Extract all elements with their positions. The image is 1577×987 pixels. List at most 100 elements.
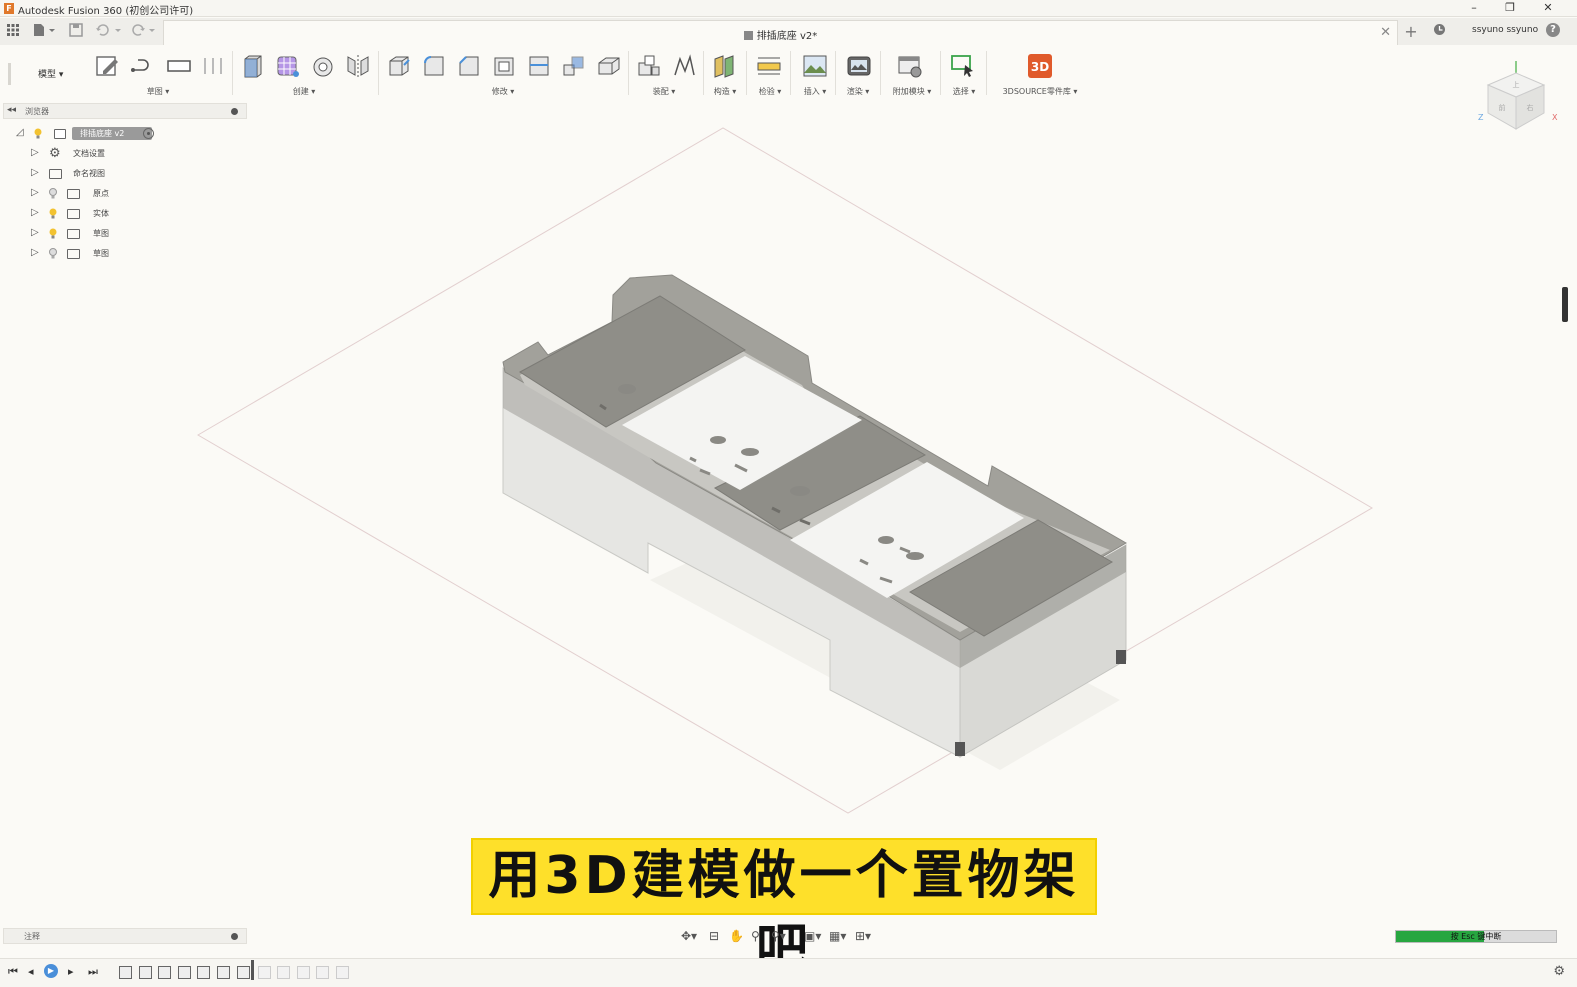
- timeline-sketch-feature[interactable]: [237, 966, 250, 979]
- tree-item-document-settings[interactable]: ▷ ⚙ 文档设置: [31, 146, 151, 162]
- 3d-viewport[interactable]: [0, 101, 1577, 951]
- new-tab-button[interactable]: +: [1403, 23, 1419, 40]
- side-scroll-handle[interactable]: [1562, 287, 1568, 322]
- step-forward-icon[interactable]: ▸: [68, 965, 74, 978]
- ribbon-group-inspect[interactable]: 检验 ▾: [750, 86, 790, 97]
- ribbon-group-create[interactable]: 创建 ▾: [284, 86, 324, 97]
- render-icon[interactable]: [846, 53, 872, 79]
- joint-icon[interactable]: [671, 53, 697, 79]
- visibility-bulb-icon[interactable]: [49, 248, 57, 259]
- scripts-addins-icon[interactable]: [897, 53, 923, 79]
- ribbon-group-3dsource[interactable]: 3DSOURCE零件库 ▾: [994, 86, 1086, 97]
- timeline-canvas-feature[interactable]: [139, 966, 152, 979]
- close-window-button[interactable]: ✕: [1530, 0, 1566, 17]
- create-sketch-icon[interactable]: [95, 53, 121, 79]
- insert-canvas-icon[interactable]: [802, 53, 828, 79]
- timeline-suppressed-feature[interactable]: [297, 966, 310, 979]
- revolve-icon[interactable]: [310, 53, 336, 79]
- go-to-end-icon[interactable]: ⏭: [88, 965, 98, 979]
- viewports-icon[interactable]: ⊞▾: [855, 929, 871, 943]
- expand-triangle-icon[interactable]: ▷: [31, 227, 39, 238]
- tree-item-sketches-2[interactable]: ▷ 草图: [31, 246, 151, 262]
- grid-snap-icon[interactable]: ▦▾: [829, 929, 846, 943]
- workspace-dropdown[interactable]: 模型 ▾: [28, 65, 80, 81]
- display-settings-icon[interactable]: ▣▾: [804, 929, 821, 943]
- expand-triangle-icon[interactable]: ▷: [31, 147, 39, 158]
- fit-icon[interactable]: ⚲▾: [771, 929, 786, 943]
- timeline-suppressed-feature[interactable]: [277, 966, 290, 979]
- line-tool-icon[interactable]: [130, 53, 156, 79]
- extrude-icon[interactable]: [240, 53, 266, 79]
- expand-triangle-icon[interactable]: ▷: [31, 247, 39, 258]
- comments-panel-header[interactable]: 注释: [3, 928, 247, 944]
- timeline-extrude-feature[interactable]: [197, 966, 210, 979]
- step-back-icon[interactable]: ◂: [28, 965, 34, 978]
- expand-triangle-icon[interactable]: ◿: [16, 127, 24, 138]
- go-to-start-icon[interactable]: ⏮: [8, 965, 18, 979]
- combine-icon[interactable]: [596, 53, 622, 79]
- scale-icon[interactable]: [561, 53, 587, 79]
- collapse-arrows-icon[interactable]: ◂◂: [7, 105, 16, 115]
- visibility-bulb-icon[interactable]: [49, 188, 57, 199]
- ribbon-group-sketch[interactable]: 草图 ▾: [138, 86, 178, 97]
- timeline-suppressed-feature[interactable]: [258, 966, 271, 979]
- 3dsource-icon[interactable]: 3D: [1027, 53, 1053, 79]
- timeline-extrude-feature[interactable]: [217, 966, 230, 979]
- pan-hand-icon[interactable]: ✋: [729, 929, 744, 943]
- mirror-icon[interactable]: [345, 53, 371, 79]
- redo-icon[interactable]: [128, 23, 158, 40]
- tree-item-sketches[interactable]: ▷ 草图: [31, 226, 151, 242]
- tree-item-bodies[interactable]: ▷ 实体: [31, 206, 151, 222]
- expand-triangle-icon[interactable]: ▷: [31, 187, 39, 198]
- timeline-sketch-feature[interactable]: [119, 966, 132, 979]
- orbit-icon[interactable]: ✥▾: [681, 929, 697, 943]
- document-tab[interactable]: 排插底座 v2* ✕: [163, 20, 1398, 45]
- save-icon[interactable]: [68, 23, 84, 40]
- visibility-bulb-icon[interactable]: [34, 128, 42, 139]
- minimize-button[interactable]: –: [1456, 0, 1492, 17]
- draft-icon[interactable]: [526, 53, 552, 79]
- ribbon-group-insert[interactable]: 插入 ▾: [795, 86, 835, 97]
- offset-plane-icon[interactable]: [712, 53, 738, 79]
- new-component-icon[interactable]: [636, 53, 662, 79]
- help-icon[interactable]: ?: [1546, 23, 1560, 37]
- chamfer-icon[interactable]: [456, 53, 482, 79]
- restore-button[interactable]: ❐: [1492, 0, 1528, 17]
- form-icon[interactable]: [275, 53, 301, 79]
- measure-icon[interactable]: [756, 53, 782, 79]
- ribbon-group-modify[interactable]: 修改 ▾: [483, 86, 523, 97]
- select-icon[interactable]: [950, 53, 976, 79]
- ribbon-group-select[interactable]: 选择 ▾: [944, 86, 984, 97]
- expand-triangle-icon[interactable]: ▷: [31, 207, 39, 218]
- expand-triangle-icon[interactable]: ▷: [31, 167, 39, 178]
- visibility-bulb-icon[interactable]: [49, 228, 57, 239]
- look-at-icon[interactable]: ⊟: [709, 929, 719, 943]
- pin-icon[interactable]: [231, 108, 238, 115]
- fillet-icon[interactable]: [421, 53, 447, 79]
- tree-item-origin[interactable]: ▷ 原点: [31, 186, 151, 202]
- visibility-bulb-icon[interactable]: [49, 208, 57, 219]
- finish-sketch-icon[interactable]: [200, 53, 226, 79]
- timeline-extrude-feature[interactable]: [178, 966, 191, 979]
- rectangle-tool-icon[interactable]: [166, 53, 192, 79]
- close-tab-button[interactable]: ✕: [1380, 25, 1391, 40]
- ribbon-group-addins[interactable]: 附加模块 ▾: [886, 86, 938, 97]
- shell-icon[interactable]: [491, 53, 517, 79]
- tree-root-row[interactable]: ◿ 排插底座 v2: [16, 126, 166, 142]
- job-status-icon[interactable]: [1432, 23, 1446, 40]
- ribbon-group-construct[interactable]: 构造 ▾: [705, 86, 745, 97]
- activate-radio-icon[interactable]: [143, 128, 154, 139]
- user-account[interactable]: ssyuno ssyuno: [1472, 25, 1538, 35]
- play-icon[interactable]: ▶: [44, 964, 58, 978]
- app-grid-icon[interactable]: [5, 23, 21, 40]
- zoom-icon[interactable]: ⚲: [751, 929, 760, 943]
- timeline-extrude-feature[interactable]: [158, 966, 171, 979]
- pin-icon[interactable]: [231, 933, 238, 940]
- timeline-settings-gear-icon[interactable]: ⚙: [1553, 964, 1565, 979]
- file-menu-icon[interactable]: [31, 23, 57, 40]
- browser-panel-header[interactable]: ◂◂ 浏览器: [3, 103, 247, 119]
- ribbon-group-render[interactable]: 渲染 ▾: [838, 86, 878, 97]
- timeline-suppressed-feature[interactable]: [316, 966, 329, 979]
- press-pull-icon[interactable]: [386, 53, 412, 79]
- timeline-suppressed-feature[interactable]: [336, 966, 349, 979]
